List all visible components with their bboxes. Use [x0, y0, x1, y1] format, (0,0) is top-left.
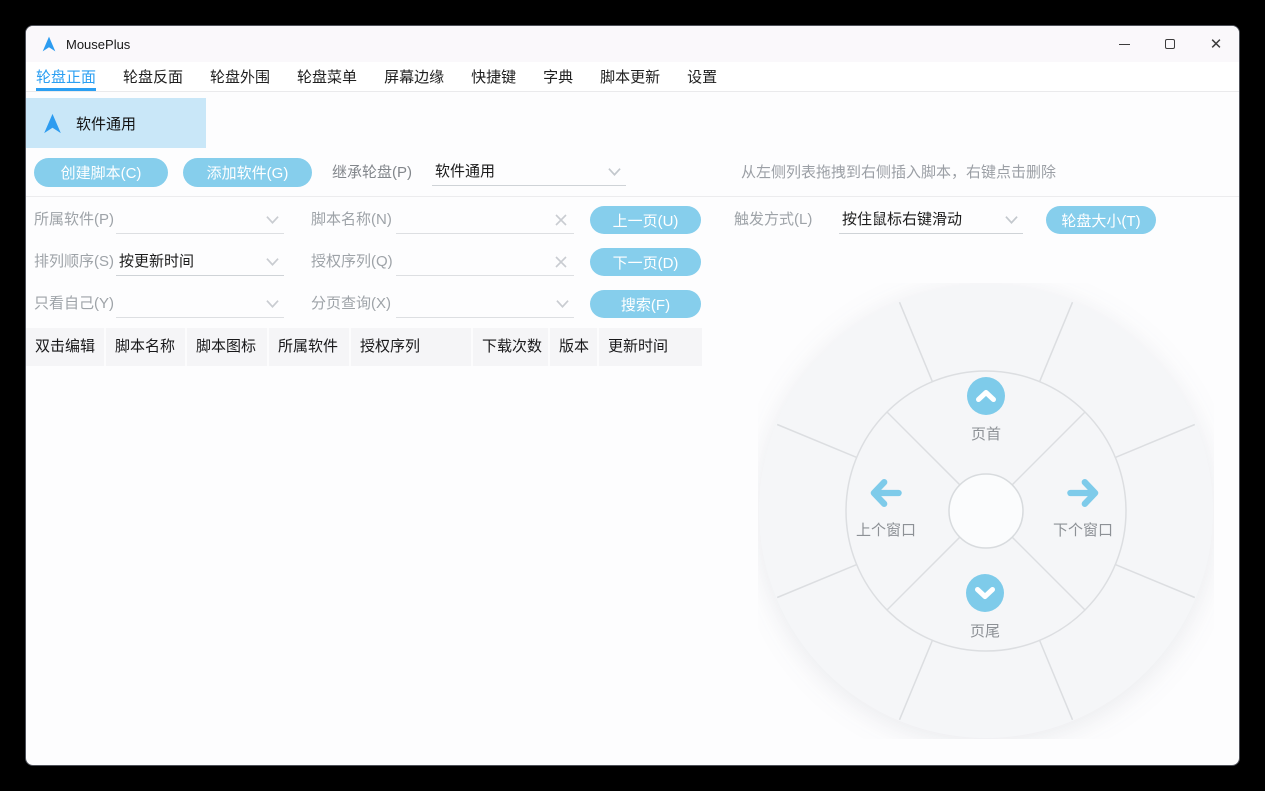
column-header: 下载次数 [473, 328, 550, 366]
chevron-down-icon [265, 255, 280, 273]
chevron-down-icon [1004, 213, 1019, 231]
tab-settings[interactable]: 设置 [687, 62, 717, 91]
wheel-item-page-top[interactable]: 页首 [967, 377, 1005, 444]
inherit-wheel-label: 继承轮盘(P) [332, 164, 412, 181]
only-mine-dropdown[interactable] [116, 290, 284, 318]
window-controls: ✕ [1101, 26, 1239, 62]
wheel-item-label: 下个窗口 [1052, 522, 1114, 539]
column-header: 双击编辑 [26, 328, 106, 366]
tab-dictionary[interactable]: 字典 [543, 62, 573, 91]
titlebar: MousePlus ✕ [26, 26, 1239, 62]
maximize-icon [1165, 39, 1175, 49]
tab-bar: 轮盘正面 轮盘反面 轮盘外围 轮盘菜单 屏幕边缘 快捷键 字典 脚本更新 设置 [26, 62, 1239, 92]
toolbar-divider [26, 196, 1239, 197]
tab-hotkeys[interactable]: 快捷键 [471, 62, 516, 91]
sort-order-dropdown[interactable]: 按更新时间 [116, 248, 284, 276]
app-window: MousePlus ✕ 轮盘正面 轮盘反面 轮盘外围 轮盘菜单 屏幕边缘 快捷键… [25, 25, 1240, 766]
app-logo-icon [41, 36, 57, 52]
app-title: MousePlus [66, 36, 131, 52]
column-header: 版本 [550, 328, 599, 366]
wheel-rings [759, 284, 1213, 738]
maximize-button[interactable] [1147, 26, 1193, 62]
sort-order-label: 排列顺序(S) [34, 253, 114, 270]
create-script-button[interactable]: 创建脚本(C) [34, 158, 168, 187]
tab-wheel-back[interactable]: 轮盘反面 [123, 62, 183, 91]
owner-software-label: 所属软件(P) [34, 211, 114, 228]
trigger-mode-value: 按住鼠标右键滑动 [842, 211, 963, 228]
wheel-item-prev-window[interactable]: 上个窗口 [856, 475, 916, 540]
chevron-down-circle-icon [966, 574, 1004, 617]
inherit-wheel-dropdown[interactable]: 软件通用 [432, 158, 626, 186]
next-page-button[interactable]: 下一页(D) [590, 248, 701, 276]
add-software-button[interactable]: 添加软件(G) [183, 158, 312, 187]
tab-screen-edge[interactable]: 屏幕边缘 [384, 62, 444, 91]
page-query-label: 分页查询(X) [311, 295, 391, 312]
chevron-down-icon [555, 297, 570, 315]
column-header: 更新时间 [599, 328, 702, 366]
search-button[interactable]: 搜索(F) [590, 290, 701, 318]
prev-page-button[interactable]: 上一页(U) [590, 206, 701, 234]
license-serial-label: 授权序列(Q) [311, 253, 393, 270]
tab-wheel-front[interactable]: 轮盘正面 [36, 62, 97, 91]
wheel-item-next-window[interactable]: 下个窗口 [1053, 475, 1113, 540]
trigger-mode-dropdown[interactable]: 按住鼠标右键滑动 [839, 206, 1023, 234]
wheel-list-item-label: 软件通用 [76, 115, 137, 133]
tab-script-update[interactable]: 脚本更新 [600, 62, 660, 91]
license-serial-input[interactable] [396, 248, 574, 276]
minimize-button[interactable] [1101, 26, 1147, 62]
tab-wheel-outer[interactable]: 轮盘外围 [210, 62, 270, 91]
clear-icon[interactable] [554, 213, 568, 232]
inherit-wheel-value: 软件通用 [435, 163, 496, 180]
minimize-icon [1118, 43, 1130, 45]
script-table-header: 双击编辑 脚本名称 脚本图标 所属软件 授权序列 下载次数 版本 更新时间 [26, 328, 702, 366]
clear-icon[interactable] [554, 255, 568, 274]
wheel-size-button[interactable]: 轮盘大小(T) [1046, 206, 1156, 234]
wheel-list-item-selected[interactable]: 软件通用 [26, 98, 206, 148]
column-header: 授权序列 [351, 328, 473, 366]
chevron-down-icon [265, 213, 280, 231]
arrow-left-icon [868, 475, 904, 516]
wheel-item-label: 页首 [970, 426, 1001, 443]
trigger-mode-label: 触发方式(L) [734, 211, 813, 228]
script-name-label: 脚本名称(N) [311, 211, 392, 228]
tab-wheel-menu[interactable]: 轮盘菜单 [297, 62, 357, 91]
sort-order-value: 按更新时间 [119, 253, 195, 270]
chevron-down-icon [607, 165, 622, 183]
owner-software-dropdown[interactable] [116, 206, 284, 234]
wheel-item-label: 上个窗口 [855, 522, 917, 539]
close-button[interactable]: ✕ [1193, 26, 1239, 62]
drag-hint-text: 从左侧列表拖拽到右侧插入脚本，右键点击删除 [741, 164, 1057, 181]
wheel-preview: 页首 上个窗口 下个窗口 页尾 [758, 283, 1214, 739]
chevron-up-circle-icon [967, 377, 1005, 420]
script-name-input[interactable] [396, 206, 574, 234]
only-mine-label: 只看自己(Y) [34, 295, 114, 312]
arrow-right-icon [1065, 475, 1101, 516]
column-header: 脚本图标 [187, 328, 269, 366]
wheel-item-label: 页尾 [969, 623, 1000, 640]
page-query-dropdown[interactable] [396, 290, 574, 318]
chevron-down-icon [265, 297, 280, 315]
column-header: 脚本名称 [106, 328, 187, 366]
close-icon: ✕ [1209, 35, 1223, 53]
wheel-item-page-bottom[interactable]: 页尾 [966, 574, 1004, 641]
column-header: 所属软件 [269, 328, 351, 366]
cursor-arrow-icon [42, 113, 63, 134]
